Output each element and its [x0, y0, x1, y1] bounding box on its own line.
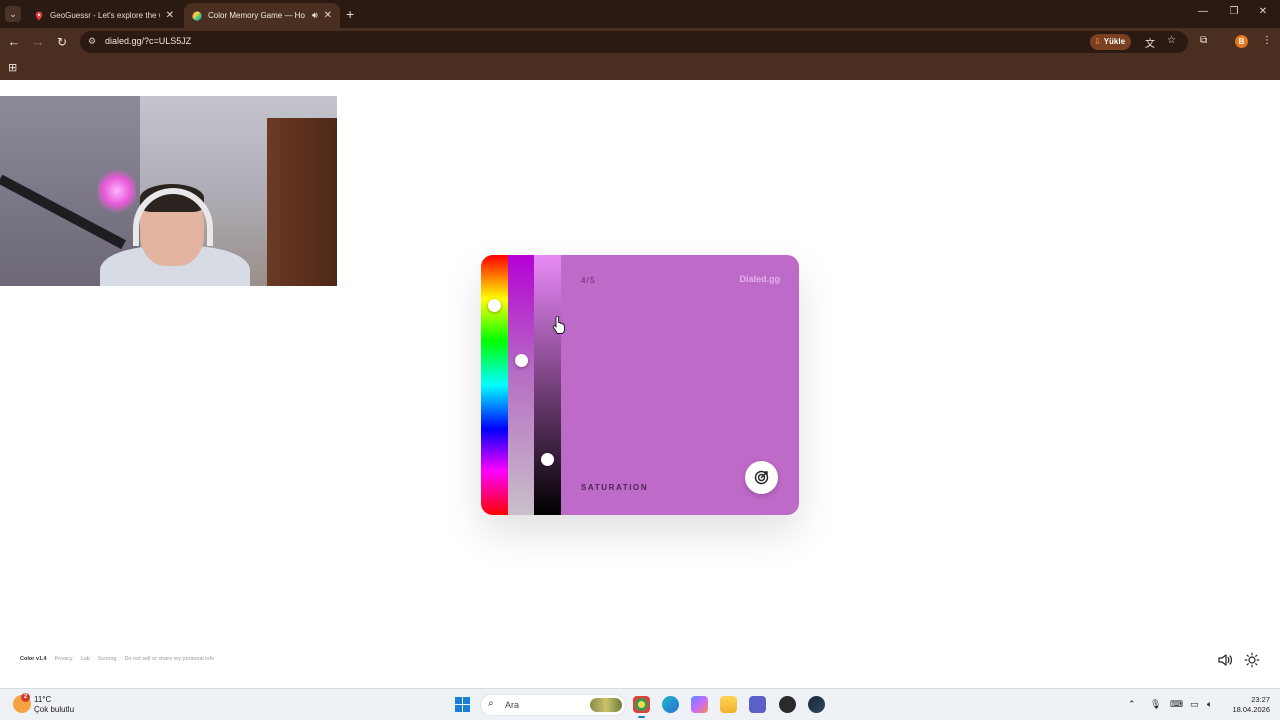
browser-toolbar: ← → ↻ ⚙ dialed.gg/?c=ULS5JZ ⇩ Yükle 文 ☆ ⧉…: [0, 28, 1280, 56]
privacy-link[interactable]: Privacy: [55, 656, 73, 662]
tab-geoguessr[interactable]: GeoGuessr - Let's explore the w ✕: [26, 3, 182, 28]
tab-title: Color Memory Game — Ho: [208, 11, 305, 20]
tab-search-button[interactable]: ⌄: [5, 6, 21, 22]
color-game-card: 4/5 Dialed.gg SATURATION: [481, 255, 799, 515]
webcam-overlay: [0, 96, 337, 286]
brightness-slider-knob[interactable]: [541, 453, 554, 466]
webcam-neon-light: [98, 168, 136, 214]
install-app-button[interactable]: ⇩ Yükle: [1090, 34, 1132, 50]
url-text[interactable]: dialed.gg/?c=ULS5JZ: [105, 36, 191, 46]
volume-icon[interactable]: 🔈︎: [1207, 699, 1212, 710]
windows-start-icon[interactable]: [455, 697, 470, 712]
saturation-slider-knob[interactable]: [515, 354, 528, 367]
geoguessr-pin-icon: [35, 11, 43, 20]
back-icon[interactable]: ←: [6, 34, 22, 50]
brand-logo: Dialed.gg: [739, 274, 780, 284]
forward-icon[interactable]: →: [30, 34, 46, 50]
search-highlight-image: [590, 698, 622, 712]
close-tab-icon[interactable]: ✕: [324, 10, 332, 21]
translate-icon[interactable]: 文: [1145, 35, 1155, 50]
network-icon[interactable]: ▭: [1190, 699, 1199, 710]
webcam-door: [267, 118, 337, 286]
do-not-sell-link[interactable]: Do not sell or share my personal info: [124, 656, 214, 662]
target-icon: [754, 470, 769, 485]
tray-overflow-icon[interactable]: ⌃: [1128, 699, 1136, 710]
round-counter: 4/5: [581, 276, 596, 285]
reload-icon[interactable]: ↻: [54, 34, 70, 50]
search-icon: ⌕: [488, 698, 494, 709]
install-icon: ⇩: [1094, 37, 1101, 46]
tab-audio-icon[interactable]: 🔊︎: [312, 10, 318, 21]
chrome-app-icon[interactable]: [633, 696, 650, 718]
address-bar[interactable]: ⚙ dialed.gg/?c=ULS5JZ ⇩ Yükle 文 ☆: [80, 31, 1188, 53]
color-wheel-icon: [192, 10, 202, 21]
system-clock[interactable]: 23:27 18.04.2026: [1228, 695, 1270, 715]
menu-kebab-icon[interactable]: ⋮: [1262, 35, 1272, 46]
restore-icon[interactable]: ❐: [1227, 6, 1241, 17]
theme-sun-icon[interactable]: [1244, 652, 1260, 668]
browser-tab-strip: ⌄ GeoGuessr - Let's explore the w ✕ Colo…: [0, 0, 1280, 28]
search-placeholder: Ara: [505, 700, 520, 710]
close-tab-icon[interactable]: ✕: [166, 10, 174, 21]
extensions-icon[interactable]: ⧉: [1200, 35, 1207, 46]
close-window-icon[interactable]: ✕: [1256, 6, 1270, 17]
sound-icon[interactable]: [1217, 652, 1233, 668]
windows-taskbar: 2 11°C Çok bulutlu ⌕ Ara ⌃ 🎙︎ ⌨ ▭ 🔈︎ 23:…: [0, 688, 1280, 720]
hand-cursor-icon: [552, 316, 566, 334]
install-label: Yükle: [1103, 37, 1126, 46]
site-info-icon[interactable]: ⚙: [88, 36, 96, 47]
file-explorer-icon[interactable]: [720, 696, 737, 713]
new-tab-button[interactable]: +: [346, 6, 354, 22]
weather-alert-badge: 2: [21, 693, 30, 702]
weather-description[interactable]: Çok bulutlu: [34, 705, 74, 714]
clock-time: 23:27: [1251, 695, 1270, 704]
tab-color-memory-game[interactable]: Color Memory Game — Ho 🔊︎ ✕: [184, 3, 340, 28]
edge-app-icon[interactable]: [662, 696, 679, 713]
weather-temperature[interactable]: 11°C: [34, 695, 51, 704]
microphone-icon[interactable]: 🎙︎: [1150, 699, 1161, 710]
version-label: Color v1.4: [20, 656, 47, 662]
lab-link[interactable]: Lab: [81, 656, 90, 662]
obs-app-icon[interactable]: [779, 696, 796, 713]
bookmark-star-icon[interactable]: ☆: [1167, 35, 1176, 46]
taskbar-search[interactable]: ⌕ Ara: [480, 694, 626, 716]
saturation-slider[interactable]: [508, 255, 535, 515]
tab-title: GeoGuessr - Let's explore the w: [50, 11, 160, 20]
keyboard-icon[interactable]: ⌨: [1170, 699, 1183, 710]
submit-button[interactable]: [745, 461, 778, 494]
scoring-link[interactable]: Scoring: [98, 656, 117, 662]
slider-mode-label: SATURATION: [581, 483, 649, 492]
page-footer: Color v1.4 Privacy Lab Scoring Do not se…: [20, 656, 214, 662]
hue-slider[interactable]: [481, 255, 508, 515]
profile-avatar[interactable]: B: [1235, 35, 1248, 48]
brightness-slider[interactable]: [534, 255, 561, 515]
clock-date: 18.04.2026: [1232, 705, 1270, 714]
copilot-app-icon[interactable]: [691, 696, 708, 713]
steam-app-icon[interactable]: [808, 696, 825, 713]
bookmarks-bar: ⊞: [0, 56, 1280, 80]
minimize-icon[interactable]: —: [1196, 6, 1210, 17]
hue-slider-knob[interactable]: [488, 299, 501, 312]
apps-grid-icon[interactable]: ⊞: [8, 61, 17, 74]
teams-app-icon[interactable]: [749, 696, 766, 713]
